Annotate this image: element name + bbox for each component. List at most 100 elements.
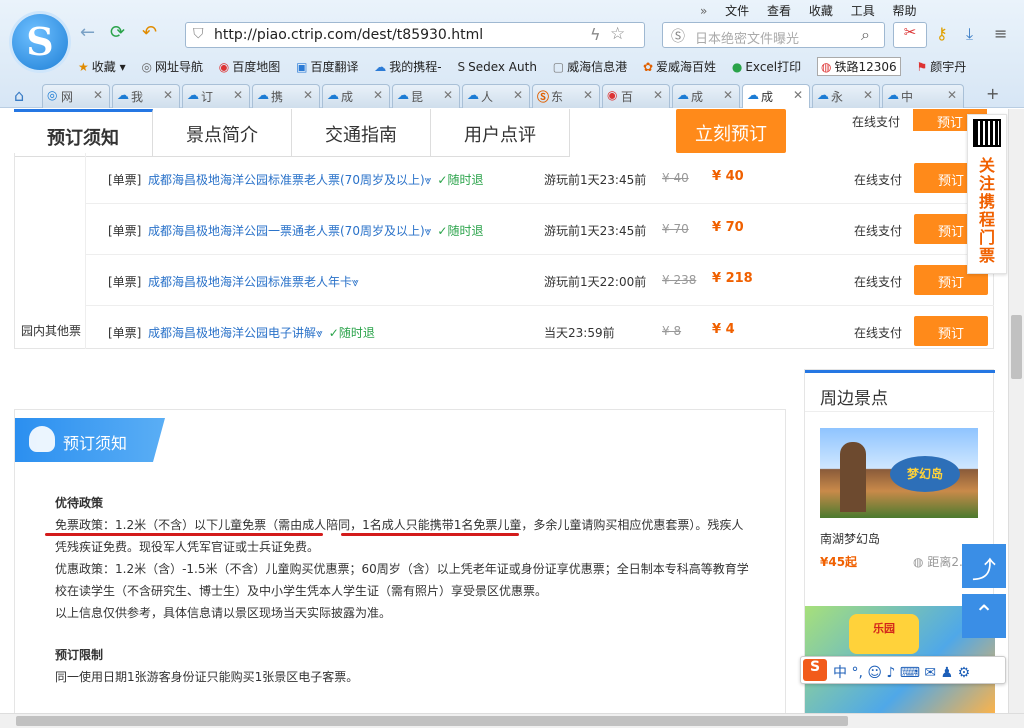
bookmark-sedex[interactable]: S Sedex Auth bbox=[457, 60, 536, 74]
table-row: [单票] 成都海昌极地海洋公园标准票老人年卡⩔ 游玩前1天22:00前 ¥ 23… bbox=[86, 255, 994, 306]
browser-tab[interactable]: ☁ 人 ✕ bbox=[462, 84, 530, 108]
tab-reviews[interactable]: 用户点评 bbox=[431, 109, 570, 157]
location-icon: ◍ bbox=[913, 555, 924, 569]
pay-method: 在线支付 bbox=[854, 224, 903, 238]
sidebar-title: 周边景点 bbox=[805, 370, 995, 412]
table-row: [单票] 成都海昌极地海洋公园标准票老人票(70周岁及以上)⩔ ✓随时退 游玩前1… bbox=[86, 153, 994, 204]
table-row: [单票] 成都海昌极地海洋公园电子讲解⩔ ✓随时退 当天23:59前 ¥ 8 ¥ … bbox=[86, 306, 994, 357]
browser-tab[interactable]: Ⓢ 东 ✕ bbox=[532, 84, 600, 108]
browser-tab[interactable]: ☁ 携 ✕ bbox=[252, 84, 320, 108]
browser-tab[interactable]: ☁ 成 ✕ bbox=[672, 84, 740, 108]
chevron-down-icon[interactable]: ⩔ bbox=[316, 326, 323, 340]
ticket-name[interactable]: 成都海昌极地海洋公园标准票老人票(70周岁及以上)⩔ ✓随时退 bbox=[148, 171, 484, 188]
scroll-thumb[interactable] bbox=[1011, 315, 1022, 379]
tab-booking-notice[interactable]: 预订须知 bbox=[14, 109, 153, 157]
address-bar[interactable]: ⛉ http://piao.ctrip.com/dest/t85930.html… bbox=[185, 22, 645, 48]
flash-icon[interactable]: ϟ bbox=[590, 25, 601, 44]
menu-icon[interactable]: ≡ bbox=[994, 24, 1007, 43]
refund-tag: ✓随时退 bbox=[437, 224, 484, 238]
vertical-scrollbar[interactable] bbox=[1008, 109, 1024, 713]
bookmark-weihai[interactable]: ▢ 威海信息港 bbox=[553, 58, 627, 75]
browser-tab[interactable]: ☁ 订 ✕ bbox=[182, 84, 250, 108]
book-now-button[interactable]: 立刻预订 bbox=[676, 109, 786, 153]
bookmark-baidu-translate[interactable]: ▣ 百度翻译 bbox=[296, 58, 358, 75]
bookmark-baidu-map[interactable]: ◉ 百度地图 bbox=[219, 58, 281, 75]
menu-view[interactable]: 查看 bbox=[767, 4, 791, 18]
bookmark-12306[interactable]: ◍ 铁路12306 bbox=[816, 57, 901, 76]
attraction-name[interactable]: 南湖梦幻岛 bbox=[820, 530, 880, 547]
sale-price: ¥ 70 bbox=[712, 220, 744, 235]
ticket-type: [单票] bbox=[108, 326, 142, 340]
sogou-browser-logo[interactable]: S bbox=[12, 14, 68, 70]
original-price: ¥ 238 bbox=[662, 273, 697, 287]
ticket-type: [单票] bbox=[108, 173, 142, 187]
browser-tab[interactable]: ◉ 百 ✕ bbox=[602, 84, 670, 108]
browser-tab[interactable]: ◎ 网 ✕ bbox=[42, 84, 110, 108]
download-icon[interactable]: ⤓ bbox=[966, 24, 973, 44]
chevron-icon[interactable]: » bbox=[700, 4, 707, 18]
bookmark-excel[interactable]: ● Excel打印 bbox=[732, 58, 801, 75]
bell-icon bbox=[29, 426, 55, 452]
shield-icon: ⛉ bbox=[193, 26, 204, 42]
chevron-down-icon[interactable]: ⩔ bbox=[352, 275, 359, 289]
ime-tools[interactable]: 中 °, ☺ ♪ ⌨ ✉ ♟ ⚙ bbox=[833, 662, 970, 682]
new-tab-icon[interactable]: + bbox=[986, 84, 999, 103]
tab-intro[interactable]: 景点简介 bbox=[153, 109, 292, 157]
bookmark-aiweihai[interactable]: ✿ 爱威海百姓 bbox=[643, 58, 716, 75]
tab-traffic[interactable]: 交通指南 bbox=[292, 109, 431, 157]
back-to-top-icon[interactable]: ⌃ bbox=[962, 594, 1006, 638]
cut-icon[interactable]: ✂ bbox=[893, 22, 927, 48]
star-icon[interactable]: ☆ bbox=[610, 24, 625, 44]
book-deadline: 游玩前1天22:00前 bbox=[544, 275, 647, 289]
bookmark-favorites[interactable]: ★ 收藏 ▾ bbox=[78, 58, 126, 75]
browser-tab[interactable]: ☁ 昆 ✕ bbox=[392, 84, 460, 108]
menu-file[interactable]: 文件 bbox=[725, 4, 749, 18]
bookmark-ctrip[interactable]: ☁ 我的携程- bbox=[374, 58, 441, 75]
browser-tab-active[interactable]: ☁ 成 ✕ bbox=[742, 84, 810, 108]
ticket-name[interactable]: 成都海昌极地海洋公园标准票老人年卡⩔ bbox=[148, 273, 359, 290]
menu-help[interactable]: 帮助 bbox=[893, 4, 917, 18]
key-icon[interactable]: ⚷ bbox=[936, 24, 948, 43]
ticket-name[interactable]: 成都海昌极地海洋公园一票通老人票(70周岁及以上)⩔ ✓随时退 bbox=[148, 222, 484, 239]
book-button[interactable]: 预订 bbox=[914, 316, 988, 346]
back-icon[interactable]: ← bbox=[80, 22, 95, 43]
browser-tab[interactable]: ☁ 永 ✕ bbox=[812, 84, 880, 108]
share-icon[interactable]: ⤴ bbox=[962, 544, 1006, 588]
page-content: 预订须知 景点简介 交通指南 用户点评 立刻预订 在线支付 预订 园内其他票 [… bbox=[0, 109, 1008, 713]
chevron-down-icon[interactable]: ⩔ bbox=[425, 224, 432, 238]
attraction-image[interactable]: 梦幻岛 bbox=[820, 428, 978, 518]
refresh-icon[interactable]: ⟳ bbox=[110, 22, 125, 43]
search-box[interactable]: Ⓢ 日本绝密文件曝光 ⌕ bbox=[662, 22, 885, 48]
home-icon[interactable]: ⌂ bbox=[14, 86, 24, 105]
sogou-ime-icon[interactable]: S bbox=[803, 659, 827, 681]
browser-chrome: S ← ⟳ ↶ ⛉ http://piao.ctrip.com/dest/t85… bbox=[0, 0, 1024, 108]
bookmark-yanyudan[interactable]: ⚑ 颜宇丹 bbox=[916, 58, 966, 75]
ticket-table: 园内其他票 [单票] 成都海昌极地海洋公园标准票老人票(70周岁及以上)⩔ ✓随时… bbox=[14, 153, 994, 349]
chevron-down-icon[interactable]: ⩔ bbox=[425, 173, 432, 187]
content-tabs: 预订须知 景点简介 交通指南 用户点评 bbox=[14, 109, 570, 157]
bookmark-nav[interactable]: ◎ 网址导航 bbox=[141, 58, 203, 75]
notice-title: 预订须知 bbox=[63, 434, 128, 453]
pay-method: 在线支付 bbox=[854, 173, 903, 187]
follow-widget[interactable]: 关注携程门票 bbox=[967, 114, 1007, 274]
attraction-price: ¥45起 bbox=[820, 555, 858, 569]
limit-line: 同一使用日期1张游客身份证只能购买1张景区电子客票。 bbox=[55, 670, 359, 684]
sale-price: ¥ 40 bbox=[712, 169, 744, 184]
search-icon[interactable]: ⌕ bbox=[861, 25, 870, 45]
menu-favorites[interactable]: 收藏 bbox=[809, 4, 833, 18]
menu-tools[interactable]: 工具 bbox=[851, 4, 875, 18]
book-deadline: 当天23:59前 bbox=[544, 326, 615, 340]
browser-tab[interactable]: ☁ 我 ✕ bbox=[112, 84, 180, 108]
qr-code-icon bbox=[973, 119, 1001, 147]
browser-tab[interactable]: ☁ 中 ✕ bbox=[882, 84, 964, 108]
category-cell: 园内其他票 bbox=[15, 306, 86, 349]
undo-icon[interactable]: ↶ bbox=[142, 22, 157, 43]
ticket-name[interactable]: 成都海昌极地海洋公园电子讲解⩔ ✓随时退 bbox=[148, 324, 375, 341]
search-engine-icon[interactable]: Ⓢ bbox=[671, 26, 685, 46]
original-price: ¥ 8 bbox=[662, 324, 682, 338]
scroll-thumb[interactable] bbox=[16, 716, 848, 726]
ime-toolbar[interactable]: S 中 °, ☺ ♪ ⌨ ✉ ♟ ⚙ bbox=[800, 656, 1006, 684]
browser-tab[interactable]: ☁ 成 ✕ bbox=[322, 84, 390, 108]
horizontal-scrollbar[interactable] bbox=[0, 713, 1024, 728]
limit-title: 预订限制 bbox=[55, 648, 104, 662]
